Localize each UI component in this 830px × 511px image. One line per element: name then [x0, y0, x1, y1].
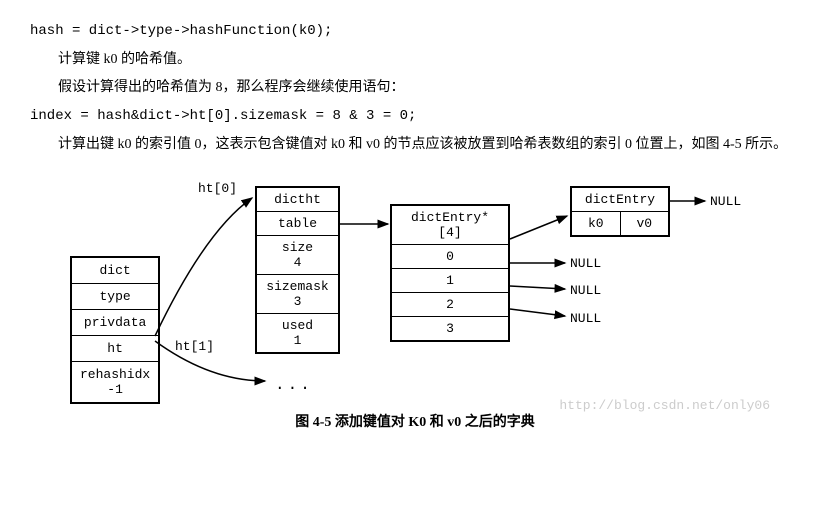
paragraph-2: 假设计算得出的哈希值为 8，那么程序会继续使用语句：	[30, 77, 800, 99]
code-line-2: index = hash&dict->ht[0].sizemask = 8 & …	[30, 108, 800, 124]
figure-caption: 图 4-5 添加键值对 K0 和 v0 之后的字典	[30, 411, 800, 431]
diagram-figure: ht[0] ht[1] dict type privdata ht rehash…	[30, 171, 800, 401]
arrows	[30, 171, 790, 401]
paragraph-3: 计算出键 k0 的索引值 0，这表示包含键值对 k0 和 v0 的节点应该被放置…	[30, 134, 800, 156]
paragraph-1: 计算键 k0 的哈希值。	[30, 49, 800, 71]
code-line-1: hash = dict->type->hashFunction(k0);	[30, 23, 800, 39]
watermark: http://blog.csdn.net/only06	[559, 398, 770, 413]
